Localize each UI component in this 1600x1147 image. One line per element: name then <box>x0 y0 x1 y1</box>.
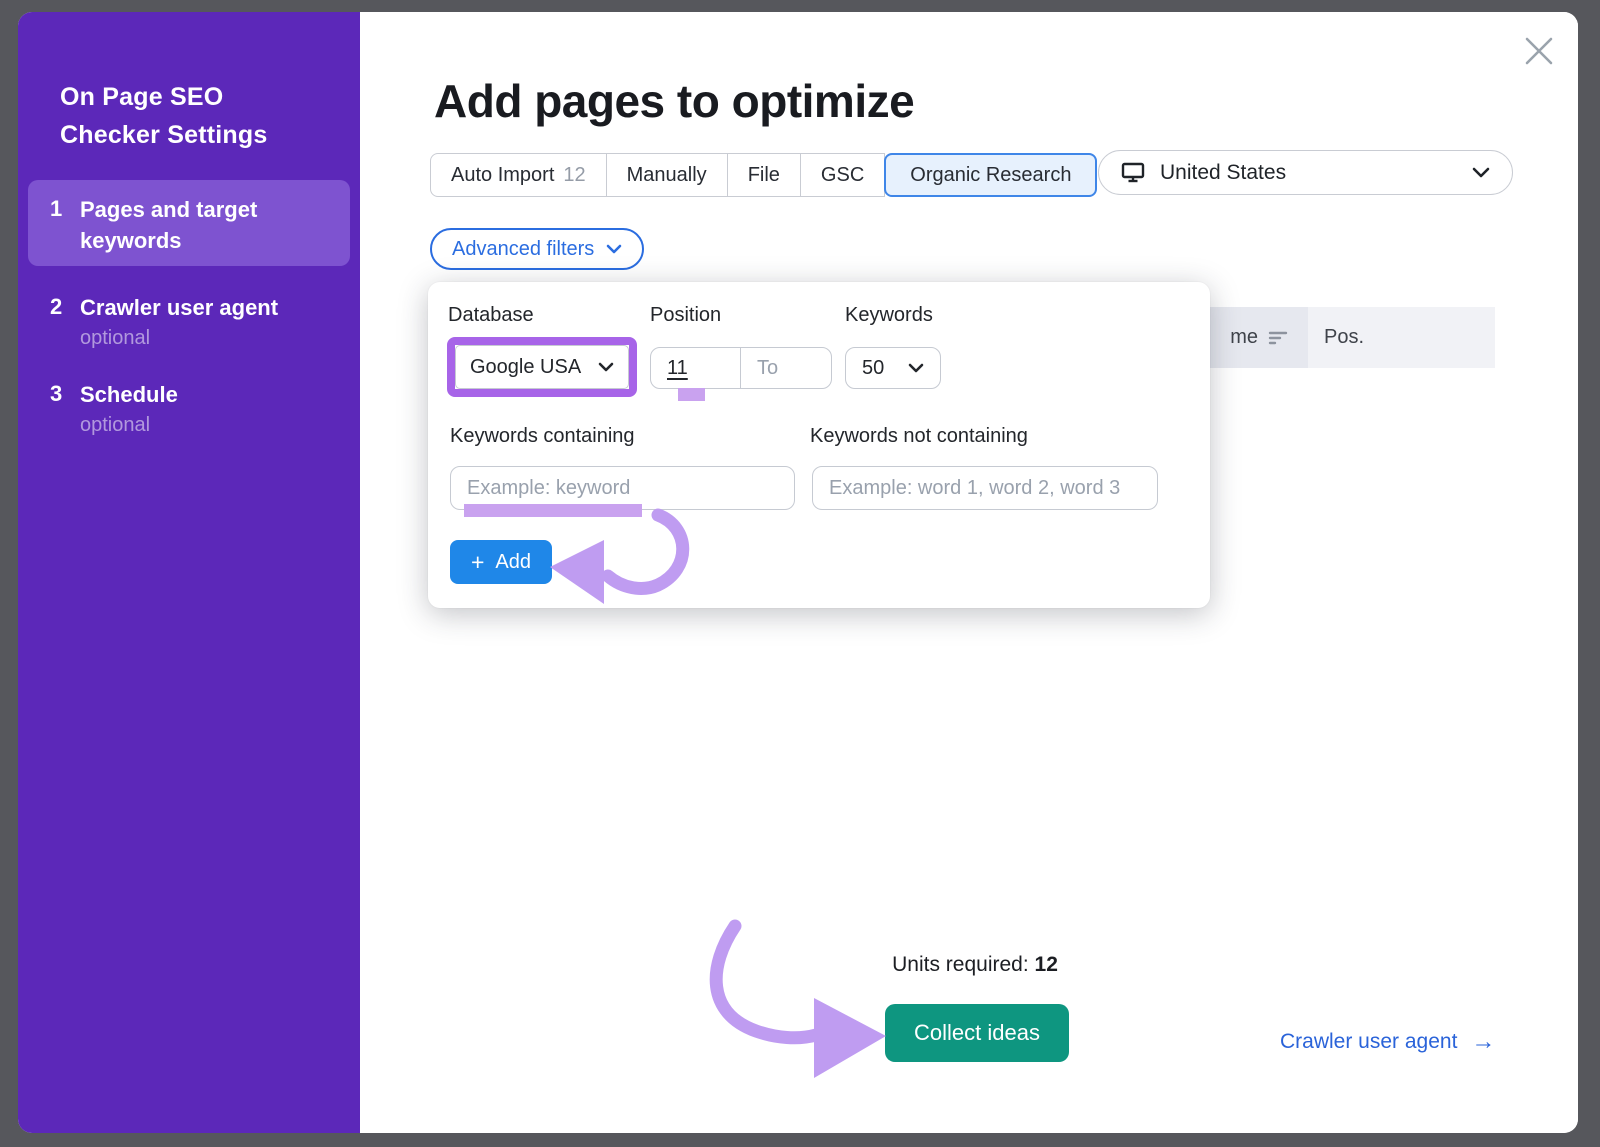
sidebar-title-line1: On Page SEO <box>60 78 267 116</box>
step-label: Pages and target keywords <box>80 194 334 256</box>
position-label: Position <box>650 304 721 327</box>
annotation-arrow-to-add <box>540 507 700 619</box>
units-required: Units required: 12 <box>820 953 1130 977</box>
chevron-down-icon <box>908 363 924 373</box>
chevron-down-icon <box>598 362 614 372</box>
step-optional-tag: optional <box>80 410 334 440</box>
column-label: Pos. <box>1324 326 1364 349</box>
sidebar-title-line2: Checker Settings <box>60 116 267 154</box>
database-highlight-annotation: Google USA <box>447 337 637 397</box>
table-header-pos[interactable]: Pos. <box>1308 307 1495 368</box>
country-select-value: United States <box>1160 161 1286 185</box>
step-number: 1 <box>50 194 80 224</box>
keywords-count-select[interactable]: 50 <box>845 347 941 389</box>
crawler-user-agent-link-label: Crawler user agent <box>1280 1030 1457 1054</box>
tab-bar: Auto Import 12 Manually File GSC Organic… <box>430 153 1097 197</box>
position-range-input <box>650 347 832 389</box>
tab-label: Organic Research <box>910 164 1071 187</box>
tab-label: Manually <box>627 164 707 187</box>
step-number: 2 <box>50 292 80 322</box>
tab-label: File <box>748 164 780 187</box>
keywords-not-containing-input[interactable] <box>812 466 1158 510</box>
close-button[interactable] <box>1521 34 1557 70</box>
close-icon <box>1522 34 1556 68</box>
collect-ideas-button[interactable]: Collect ideas <box>885 1004 1069 1062</box>
step-label: Crawler user agent <box>80 292 334 323</box>
tab-file[interactable]: File <box>727 153 801 197</box>
seo-checker-settings-modal: On Page SEO Checker Settings 1 Pages and… <box>18 12 1578 1133</box>
modal-content: Add pages to optimize Auto Import 12 Man… <box>360 12 1578 1133</box>
tab-organic-research[interactable]: Organic Research <box>884 153 1097 197</box>
keywords-count-value: 50 <box>862 357 884 380</box>
keywords-containing-label: Keywords containing <box>450 425 635 448</box>
page-title: Add pages to optimize <box>434 74 914 128</box>
country-select[interactable]: United States <box>1098 150 1513 195</box>
advanced-filters-panel: Database Google USA Position Keywords 50 <box>428 282 1210 608</box>
column-label-partial: me <box>1230 326 1258 349</box>
add-button-label: Add <box>495 551 531 574</box>
tab-label: Auto Import <box>451 164 554 187</box>
tab-label: GSC <box>821 164 864 187</box>
advanced-filters-button[interactable]: Advanced filters <box>430 228 644 270</box>
sidebar: On Page SEO Checker Settings 1 Pages and… <box>18 12 360 1133</box>
step-number: 3 <box>50 379 80 409</box>
chevron-down-icon <box>1472 167 1490 178</box>
monitor-icon <box>1121 161 1145 184</box>
position-to-input[interactable] <box>741 348 831 388</box>
step-optional-tag: optional <box>80 323 334 353</box>
annotation-arrow-to-collect <box>698 918 898 1090</box>
units-required-label: Units required: <box>892 953 1029 976</box>
sidebar-step-schedule[interactable]: 3 Schedule optional <box>28 365 350 454</box>
tab-gsc[interactable]: GSC <box>800 153 885 197</box>
tab-manually[interactable]: Manually <box>606 153 728 197</box>
chevron-down-icon <box>606 244 622 254</box>
keywords-not-containing-label: Keywords not containing <box>810 425 1028 448</box>
sidebar-step-crawler-user-agent[interactable]: 2 Crawler user agent optional <box>28 278 350 367</box>
sidebar-title: On Page SEO Checker Settings <box>60 78 267 154</box>
tab-auto-import[interactable]: Auto Import 12 <box>430 153 607 197</box>
units-required-value: 12 <box>1035 953 1058 976</box>
step-label: Schedule <box>80 379 334 410</box>
database-label: Database <box>448 304 534 327</box>
advanced-filters-label: Advanced filters <box>452 238 594 261</box>
database-select[interactable]: Google USA <box>455 345 629 389</box>
keywords-label: Keywords <box>845 304 933 327</box>
crawler-user-agent-link[interactable]: Crawler user agent → <box>1280 1030 1495 1054</box>
sidebar-step-pages-and-keywords[interactable]: 1 Pages and target keywords <box>28 180 350 266</box>
keywords-containing-highlight-annotation <box>464 504 642 517</box>
position-highlight-annotation <box>678 388 705 401</box>
arrow-right-icon: → <box>1471 1030 1495 1054</box>
add-button[interactable]: + Add <box>450 540 552 584</box>
tab-count-badge: 12 <box>563 164 585 187</box>
position-from-input[interactable] <box>651 348 741 388</box>
database-select-value: Google USA <box>470 356 581 379</box>
plus-icon: + <box>471 551 484 574</box>
sort-desc-icon <box>1268 330 1288 346</box>
